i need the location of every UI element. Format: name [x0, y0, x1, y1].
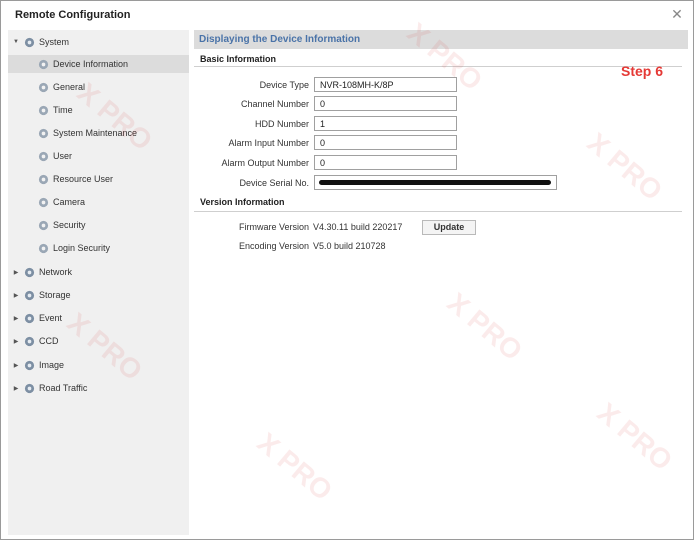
- sidebar-item-label: Image: [39, 360, 65, 370]
- device-type-label: Device Type: [259, 80, 309, 90]
- sidebar-item-label: Network: [39, 267, 73, 277]
- sidebar-item-security[interactable]: Security: [38, 216, 86, 234]
- sidebar-item-storage[interactable]: ▶ Storage: [12, 286, 71, 304]
- window-title: Remote Configuration: [15, 9, 131, 21]
- triangle-right-icon[interactable]: ▶: [12, 362, 20, 369]
- sidebar-item-image[interactable]: ▶ Image: [12, 356, 64, 374]
- sidebar-item-label: Login Security: [53, 243, 111, 253]
- version-information-title: Version Information: [200, 197, 285, 207]
- sidebar-item-resource-user[interactable]: Resource User: [38, 170, 113, 188]
- sidebar-item-label: User: [53, 151, 73, 161]
- gear-icon: [38, 243, 49, 253]
- sidebar-item-system-maintenance[interactable]: System Maintenance: [38, 124, 137, 142]
- sidebar-item-label: Device Information: [53, 59, 129, 69]
- device-serial-label: Device Serial No.: [239, 178, 309, 188]
- alarm-output-label: Alarm Output Number: [221, 158, 309, 168]
- sidebar-item-time[interactable]: Time: [38, 101, 73, 119]
- sidebar-item-label: System: [39, 37, 70, 47]
- sidebar-item-label: Event: [39, 313, 63, 323]
- triangle-right-icon[interactable]: ▶: [12, 269, 20, 276]
- sidebar-item-user[interactable]: User: [38, 147, 72, 165]
- gear-icon: [24, 313, 35, 323]
- gear-icon: [24, 37, 35, 47]
- redaction-bar: [319, 180, 551, 185]
- triangle-right-icon[interactable]: ▶: [12, 315, 20, 322]
- remote-configuration-window: Remote Configuration ✕ ▼ System Device I…: [0, 0, 694, 540]
- gear-icon: [38, 220, 49, 230]
- firmware-version-label: Firmware Version: [238, 222, 309, 232]
- sidebar-item-label: CCD: [39, 336, 59, 346]
- hdd-number-label: HDD Number: [254, 119, 309, 129]
- encoding-version-value: V5.0 build 210728: [313, 241, 386, 251]
- gear-icon: [38, 82, 49, 92]
- gear-icon: [24, 383, 35, 393]
- gear-icon: [38, 128, 49, 138]
- sidebar-item-device-information[interactable]: Device Information: [8, 55, 189, 73]
- sidebar-item-event[interactable]: ▶ Event: [12, 309, 62, 327]
- alarm-input-field[interactable]: 0: [314, 135, 457, 150]
- alarm-output-field[interactable]: 0: [314, 155, 457, 170]
- update-button[interactable]: Update: [422, 220, 476, 235]
- close-icon[interactable]: ✕: [669, 6, 685, 22]
- step-annotation: Step 6: [621, 63, 664, 79]
- section-header: Displaying the Device Information: [194, 30, 688, 49]
- sidebar-item-network[interactable]: ▶ Network: [12, 263, 72, 281]
- channel-number-field[interactable]: 0: [314, 96, 457, 111]
- sidebar-item-label: Security: [53, 220, 86, 230]
- gear-icon: [38, 151, 49, 161]
- gear-icon: [24, 267, 35, 277]
- basic-information-title: Basic Information: [200, 54, 277, 64]
- divider: [194, 211, 682, 212]
- triangle-down-icon[interactable]: ▼: [12, 39, 20, 45]
- gear-icon: [38, 59, 49, 69]
- title-bar: Remote Configuration ✕: [1, 1, 693, 29]
- gear-icon: [24, 360, 35, 370]
- sidebar-item-general[interactable]: General: [38, 78, 85, 96]
- sidebar-item-camera[interactable]: Camera: [38, 193, 85, 211]
- sidebar-item-label: Time: [53, 105, 73, 115]
- divider: [194, 66, 682, 67]
- gear-icon: [24, 336, 35, 346]
- alarm-input-label: Alarm Input Number: [228, 138, 309, 148]
- gear-icon: [24, 290, 35, 300]
- sidebar-item-label: Camera: [53, 197, 86, 207]
- triangle-right-icon[interactable]: ▶: [12, 292, 20, 299]
- sidebar-item-label: Resource User: [53, 174, 114, 184]
- firmware-version-value: V4.30.11 build 220217: [313, 222, 403, 232]
- sidebar-item-label: Road Traffic: [39, 383, 88, 393]
- page-title: Displaying the Device Information: [199, 34, 361, 45]
- triangle-right-icon[interactable]: ▶: [12, 338, 20, 345]
- gear-icon: [38, 105, 49, 115]
- encoding-version-label: Encoding Version: [238, 241, 309, 251]
- sidebar-tree: ▼ System Device Information General Time…: [8, 30, 189, 535]
- device-type-field[interactable]: NVR-108MH-K/8P: [314, 77, 457, 92]
- gear-icon: [38, 174, 49, 184]
- sidebar-item-label: General: [53, 82, 86, 92]
- sidebar-item-system[interactable]: ▼ System: [12, 33, 187, 51]
- sidebar-item-label: System Maintenance: [53, 128, 138, 138]
- main-panel: Displaying the Device Information Basic …: [194, 30, 688, 535]
- channel-number-label: Channel Number: [240, 99, 309, 109]
- sidebar-item-road-traffic[interactable]: ▶ Road Traffic: [12, 379, 88, 397]
- triangle-right-icon[interactable]: ▶: [12, 385, 20, 392]
- hdd-number-field[interactable]: 1: [314, 116, 457, 131]
- device-serial-field[interactable]: [314, 175, 557, 190]
- gear-icon: [38, 197, 49, 207]
- sidebar-item-label: Storage: [39, 290, 71, 300]
- sidebar-item-login-security[interactable]: Login Security: [38, 239, 110, 257]
- sidebar-item-ccd[interactable]: ▶ CCD: [12, 332, 59, 350]
